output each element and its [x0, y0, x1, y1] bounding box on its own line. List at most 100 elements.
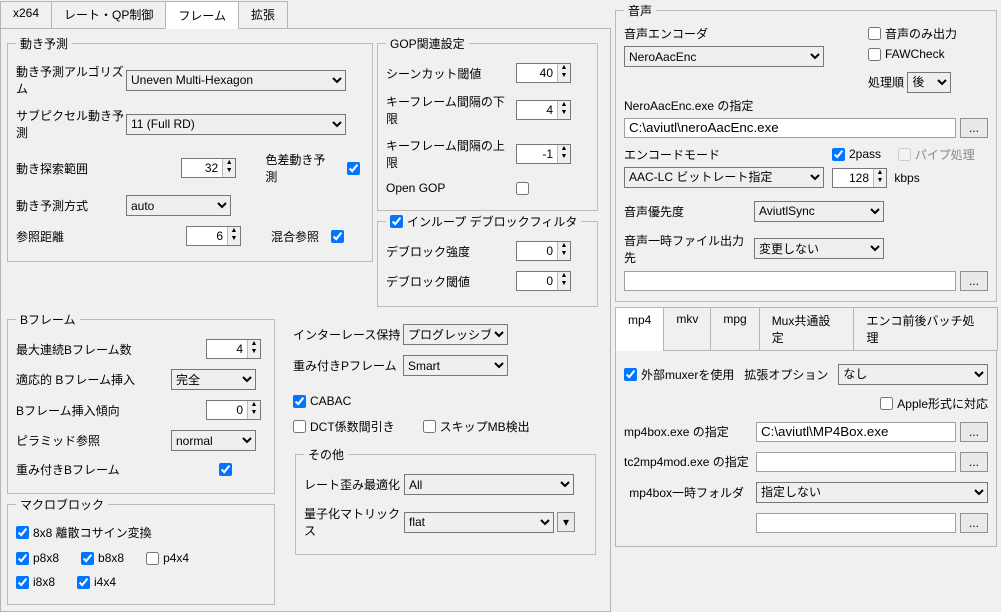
cabac-checkbox[interactable]: CABAC [293, 394, 351, 408]
pyramid-label: ピラミッド参照 [16, 432, 146, 449]
bitrate-unit-label: kbps [894, 171, 919, 185]
frame-tab-body: 動き予測 動き予測アルゴリズム Uneven Multi-Hexagon サブピ… [0, 28, 611, 612]
tc2mp4-exe-path[interactable] [756, 452, 956, 472]
tab-rate-qp[interactable]: レート・QP制御 [51, 1, 166, 29]
audio-group: 音声 音声エンコーダ NeroAacEnc 音声のみ出力 FAWCheck 処理… [615, 2, 997, 302]
mp4box-exe-label: mp4box.exe の指定 [624, 423, 752, 440]
tab-ext[interactable]: 拡張 [238, 1, 288, 29]
bframe-bias-label: Bフレーム挿入傾向 [16, 402, 146, 419]
mixed-ref-checkbox[interactable] [331, 230, 344, 243]
max-bframe-spinner[interactable]: ▲▼ [206, 339, 261, 359]
tab-frame[interactable]: フレーム [165, 1, 239, 29]
scenecut-label: シーンカット閾値 [386, 65, 516, 82]
ext-muxer-checkbox[interactable]: 外部muxerを使用 [624, 366, 734, 383]
mp4box-tmp-label: mp4box一時フォルダ [624, 484, 752, 501]
b8x8-checkbox[interactable]: b8x8 [81, 551, 124, 565]
subpixel-select[interactable]: 11 (Full RD) [126, 114, 346, 135]
refdist-label: 参照距離 [16, 228, 126, 245]
adaptive-bframe-select[interactable]: 完全 [171, 369, 256, 390]
refdist-spinner[interactable]: ▲▼ [186, 226, 241, 246]
chroma-me-label: 色差動き予測 [265, 151, 335, 185]
trellis-label: レート歪み最適化 [304, 476, 404, 493]
encode-mode-select[interactable]: AAC-LC ビットレート指定 [624, 167, 824, 188]
cqm-dropdown-button[interactable]: ▾ [557, 512, 575, 532]
audio-tmp-select[interactable]: 変更しない [754, 238, 884, 259]
tc2mp4-exe-label: tc2mp4mod.exe の指定 [624, 453, 752, 470]
proc-order-select[interactable]: 後 [907, 72, 951, 93]
motion-legend: 動き予測 [16, 35, 72, 52]
audio-priority-select[interactable]: AviutlSync [754, 201, 884, 222]
apple-format-checkbox[interactable]: Apple形式に対応 [880, 395, 988, 412]
proc-order-label: 処理順 [868, 75, 904, 89]
gop-group: GOP関連設定 シーンカット閾値 ▲▼ キーフレーム間隔の下限 ▲▼ キーフレー… [377, 35, 598, 211]
other-group: その他 レート歪み最適化 All 量子化マトリックス flat ▾ [295, 446, 596, 555]
i4x4-checkbox[interactable]: i4x4 [77, 575, 116, 589]
mux-tab-mpg[interactable]: mpg [710, 307, 759, 351]
pipe-checkbox: パイプ処理 [898, 146, 975, 163]
max-bframe-label: 最大連続Bフレーム数 [16, 341, 146, 358]
chroma-me-checkbox[interactable] [347, 162, 360, 175]
algo-label: 動き予測アルゴリズム [16, 63, 126, 97]
audio-bitrate-spinner[interactable]: ▲▼ [832, 168, 887, 188]
dct-decimate-checkbox[interactable]: DCT係数間引き [293, 418, 395, 435]
mux-tab-mp4[interactable]: mp4 [615, 307, 664, 351]
trellis-select[interactable]: All [404, 474, 574, 495]
audio-legend: 音声 [624, 2, 656, 19]
other-legend: その他 [304, 446, 348, 463]
subpixel-label: サブピクセル動き予測 [16, 107, 126, 141]
mixed-ref-label: 混合参照 [271, 228, 319, 245]
min-keyint-spinner[interactable]: ▲▼ [516, 100, 571, 120]
deblock-thresh-spinner[interactable]: ▲▼ [516, 271, 571, 291]
skip-mb-checkbox[interactable]: スキップMB検出 [423, 418, 530, 435]
max-keyint-spinner[interactable]: ▲▼ [516, 144, 571, 164]
method-select[interactable]: auto [126, 195, 231, 216]
audio-tmp-label: 音声一時ファイル出力先 [624, 232, 754, 266]
weightp-select[interactable]: Smart [403, 355, 508, 376]
bframe-legend: Bフレーム [16, 311, 80, 328]
interlace-select[interactable]: プログレッシブ [403, 324, 508, 345]
audio-tmp-path[interactable] [624, 271, 956, 291]
main-tabs: x264 レート・QP制御 フレーム 拡張 [0, 0, 611, 28]
range-spinner[interactable]: ▲▼ [181, 158, 236, 178]
deblock-legend[interactable]: インループ デブロックフィルタ [386, 213, 581, 230]
deblock-strength-spinner[interactable]: ▲▼ [516, 241, 571, 261]
cqm-label: 量子化マトリックス [304, 505, 404, 539]
cqm-select[interactable]: flat [404, 512, 554, 533]
tab-x264[interactable]: x264 [0, 1, 52, 29]
mux-tab-mkv[interactable]: mkv [663, 307, 711, 351]
fawcheck-checkbox[interactable]: FAWCheck [868, 47, 945, 61]
weightp-label: 重み付きPフレーム [293, 357, 403, 374]
audio-tmp-browse-button[interactable]: ... [960, 271, 988, 291]
bframe-bias-spinner[interactable]: ▲▼ [206, 400, 261, 420]
tc2mp4-browse-button[interactable]: ... [960, 452, 988, 472]
p4x4-checkbox[interactable]: p4x4 [146, 551, 189, 565]
i8x8-checkbox[interactable]: i8x8 [16, 575, 55, 589]
weight-b-label: 重み付きBフレーム [16, 461, 146, 478]
audio-encoder-select[interactable]: NeroAacEnc [624, 46, 824, 67]
p8x8-checkbox[interactable]: p8x8 [16, 551, 59, 565]
mux-body: 外部muxerを使用 拡張オプション なし Apple形式に対応 mp4box.… [615, 350, 997, 547]
mux-tab-batch[interactable]: エンコ前後バッチ処理 [853, 307, 998, 351]
mp4box-exe-path[interactable] [756, 422, 956, 442]
mux-tab-common[interactable]: Mux共通設定 [759, 307, 855, 351]
max-keyint-label: キーフレーム間隔の上限 [386, 137, 516, 171]
dct8x8-checkbox[interactable]: 8x8 離散コサイン変換 [16, 524, 152, 541]
twopass-checkbox[interactable]: 2pass [832, 147, 881, 161]
ext-opt-select[interactable]: なし [838, 364, 988, 385]
pyramid-select[interactable]: normal [171, 430, 256, 451]
bframe-group: Bフレーム 最大連続Bフレーム数 ▲▼ 適応的 Bフレーム挿入 完全 [7, 311, 275, 494]
deblock-enable-checkbox[interactable] [390, 215, 403, 228]
audio-exe-path[interactable] [624, 118, 956, 138]
audio-only-checkbox[interactable]: 音声のみ出力 [868, 25, 957, 42]
mp4box-browse-button[interactable]: ... [960, 422, 988, 442]
audio-priority-label: 音声優先度 [624, 203, 754, 220]
weight-b-checkbox[interactable] [219, 463, 232, 476]
algo-select[interactable]: Uneven Multi-Hexagon [126, 70, 346, 91]
min-keyint-label: キーフレーム間隔の下限 [386, 93, 516, 127]
ext-opt-label: 拡張オプション [744, 366, 828, 383]
opengop-checkbox[interactable] [516, 182, 529, 195]
mp4box-tmp-select[interactable]: 指定しない [756, 482, 988, 503]
method-label: 動き予測方式 [16, 197, 126, 214]
scenecut-spinner[interactable]: ▲▼ [516, 63, 571, 83]
audio-exe-browse-button[interactable]: ... [960, 118, 988, 138]
